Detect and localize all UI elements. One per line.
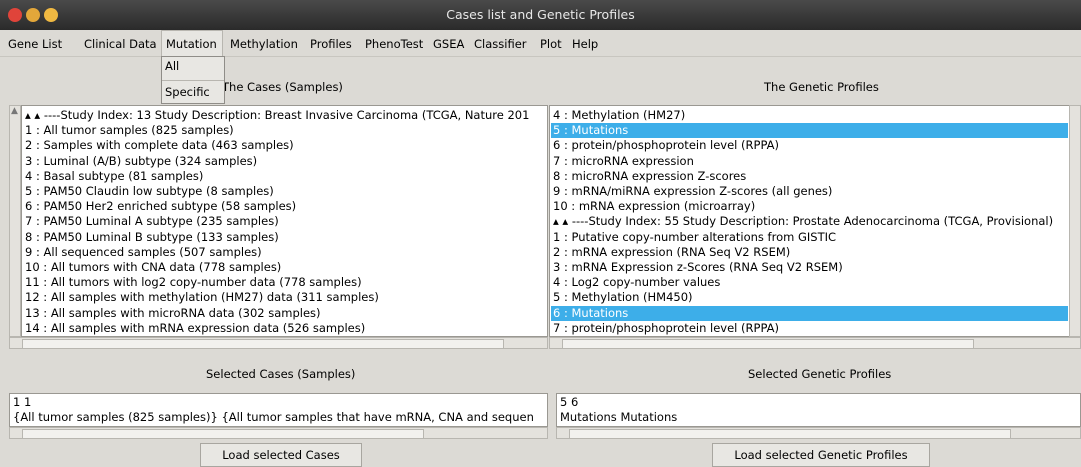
case-list-item[interactable]: 2 : Samples with complete data (463 samp… bbox=[25, 138, 294, 153]
mutation-option-specific[interactable]: Specific bbox=[165, 85, 210, 99]
scroll-up-icon[interactable]: ▲ bbox=[11, 106, 18, 116]
case-list-item[interactable]: 5 : PAM50 Claudin low subtype (8 samples… bbox=[25, 184, 274, 199]
profile-list-item[interactable]: 6 : protein/phosphoprotein level (RPPA) bbox=[553, 138, 779, 153]
menu-phenotest[interactable]: PhenoTest bbox=[365, 37, 423, 51]
case-list-item[interactable]: 11 : All tumors with log2 copy-number da… bbox=[25, 275, 362, 290]
profile-list-item[interactable]: 3 : mRNA Expression z-Scores (RNA Seq V2… bbox=[553, 260, 843, 275]
menu-plot[interactable]: Plot bbox=[540, 37, 562, 51]
cases-scroll-thumb[interactable] bbox=[22, 339, 504, 349]
profile-list-item[interactable]: 5 : Methylation (HM450) bbox=[553, 290, 693, 305]
selected-cases-scroll-thumb[interactable] bbox=[22, 429, 424, 439]
case-list-item[interactable]: 8 : PAM50 Luminal B subtype (133 samples… bbox=[25, 230, 279, 245]
selected-profiles-textarea[interactable]: 5 6 Mutations Mutations bbox=[556, 393, 1081, 427]
profiles-heading: The Genetic Profiles bbox=[764, 80, 879, 94]
mutation-option-all[interactable]: All bbox=[165, 59, 179, 73]
selected-profiles-names: Mutations Mutations bbox=[560, 410, 678, 424]
selected-cases-ids: 1 1 bbox=[13, 395, 32, 409]
window-title: Cases list and Genetic Profiles bbox=[446, 7, 635, 22]
profile-list-item[interactable]: 4 : Log2 copy-number values bbox=[553, 275, 720, 290]
selected-profiles-heading: Selected Genetic Profiles bbox=[748, 367, 892, 381]
case-list-item[interactable]: 13 : All samples with microRNA data (302… bbox=[25, 306, 321, 321]
case-list-item[interactable]: 10 : All tumors with CNA data (778 sampl… bbox=[25, 260, 281, 275]
selected-profiles-scrollbar[interactable] bbox=[556, 427, 1081, 439]
profile-list-item[interactable]: 1 : Putative copy-number alterations fro… bbox=[553, 230, 836, 245]
menu-gsea[interactable]: GSEA bbox=[433, 37, 464, 51]
cases-vertical-scrollbar[interactable]: ▲ bbox=[9, 105, 21, 337]
menu-help[interactable]: Help bbox=[572, 37, 598, 51]
load-selected-cases-button[interactable]: Load selected Cases bbox=[200, 443, 362, 467]
selected-cases-heading: Selected Cases (Samples) bbox=[206, 367, 356, 381]
case-list-item[interactable]: 1 : All tumor samples (825 samples) bbox=[25, 123, 234, 138]
case-list-item[interactable]: 3 : Luminal (A/B) subtype (324 samples) bbox=[25, 154, 257, 169]
selected-cases-scrollbar[interactable] bbox=[9, 427, 548, 439]
case-list-item[interactable]: ▴ ▴ ----Study Index: 13 Study Descriptio… bbox=[25, 108, 529, 123]
cases-horizontal-scrollbar[interactable] bbox=[9, 337, 548, 349]
selected-profiles-ids: 5 6 bbox=[560, 395, 579, 409]
selected-profiles-scroll-thumb[interactable] bbox=[569, 429, 1011, 439]
selected-cases-textarea[interactable]: 1 1 {All tumor samples (825 samples)} {A… bbox=[9, 393, 548, 427]
profile-list-item[interactable]: 9 : mRNA/miRNA expression Z-scores (all … bbox=[553, 184, 832, 199]
menu-methylation[interactable]: Methylation bbox=[230, 37, 298, 51]
menu-classifier[interactable]: Classifier bbox=[474, 37, 527, 51]
profile-list-item[interactable]: 2 : mRNA expression (RNA Seq V2 RSEM) bbox=[553, 245, 790, 260]
profile-list-item[interactable]: 4 : Methylation (HM27) bbox=[553, 108, 685, 123]
profiles-horizontal-scrollbar[interactable] bbox=[549, 337, 1081, 349]
load-selected-profiles-button[interactable]: Load selected Genetic Profiles bbox=[712, 443, 930, 467]
menu-clinical-data[interactable]: Clinical Data bbox=[84, 37, 157, 51]
profile-list-item[interactable]: 7 : microRNA expression bbox=[553, 154, 694, 169]
profile-list-item[interactable]: 7 : protein/phosphoprotein level (RPPA) bbox=[553, 321, 779, 336]
title-bar: Cases list and Genetic Profiles bbox=[0, 0, 1081, 30]
case-list-item[interactable]: 7 : PAM50 Luminal A subtype (235 samples… bbox=[25, 214, 279, 229]
case-list-item[interactable]: 9 : All sequenced samples (507 samples) bbox=[25, 245, 262, 260]
menu-gene-list[interactable]: Gene List bbox=[8, 37, 62, 51]
case-list-item[interactable]: 6 : PAM50 Her2 enriched subtype (58 samp… bbox=[25, 199, 296, 214]
selected-cases-names: {All tumor samples (825 samples)} {All t… bbox=[13, 410, 534, 424]
case-list-item[interactable]: 4 : Basal subtype (81 samples) bbox=[25, 169, 203, 184]
mutation-dropdown-menu: All Specific bbox=[161, 56, 225, 104]
profiles-vertical-scrollbar[interactable] bbox=[1069, 105, 1081, 337]
cases-heading: The Cases (Samples) bbox=[222, 80, 343, 94]
profiles-scroll-thumb[interactable] bbox=[562, 339, 974, 349]
cases-list[interactable]: ▴ ▴ ----Study Index: 13 Study Descriptio… bbox=[21, 105, 548, 337]
menu-profiles[interactable]: Profiles bbox=[310, 37, 352, 51]
profile-list-item[interactable]: ▴ ▴ ----Study Index: 55 Study Descriptio… bbox=[553, 214, 1053, 229]
profile-list-item[interactable]: 5 : Mutations bbox=[551, 123, 1068, 139]
menu-mutation[interactable]: Mutation bbox=[166, 37, 217, 51]
case-list-item[interactable]: 12 : All samples with methylation (HM27)… bbox=[25, 290, 379, 305]
profile-list-item[interactable]: 6 : Mutations bbox=[551, 305, 1068, 321]
profile-list-item[interactable]: 10 : mRNA expression (microarray) bbox=[553, 199, 755, 214]
case-list-item[interactable]: 14 : All samples with mRNA expression da… bbox=[25, 321, 365, 336]
profile-list-item[interactable]: 8 : microRNA expression Z-scores bbox=[553, 169, 746, 184]
profiles-list[interactable]: 4 : Methylation (HM27) 5 : Mutations 6 : p… bbox=[549, 105, 1070, 337]
